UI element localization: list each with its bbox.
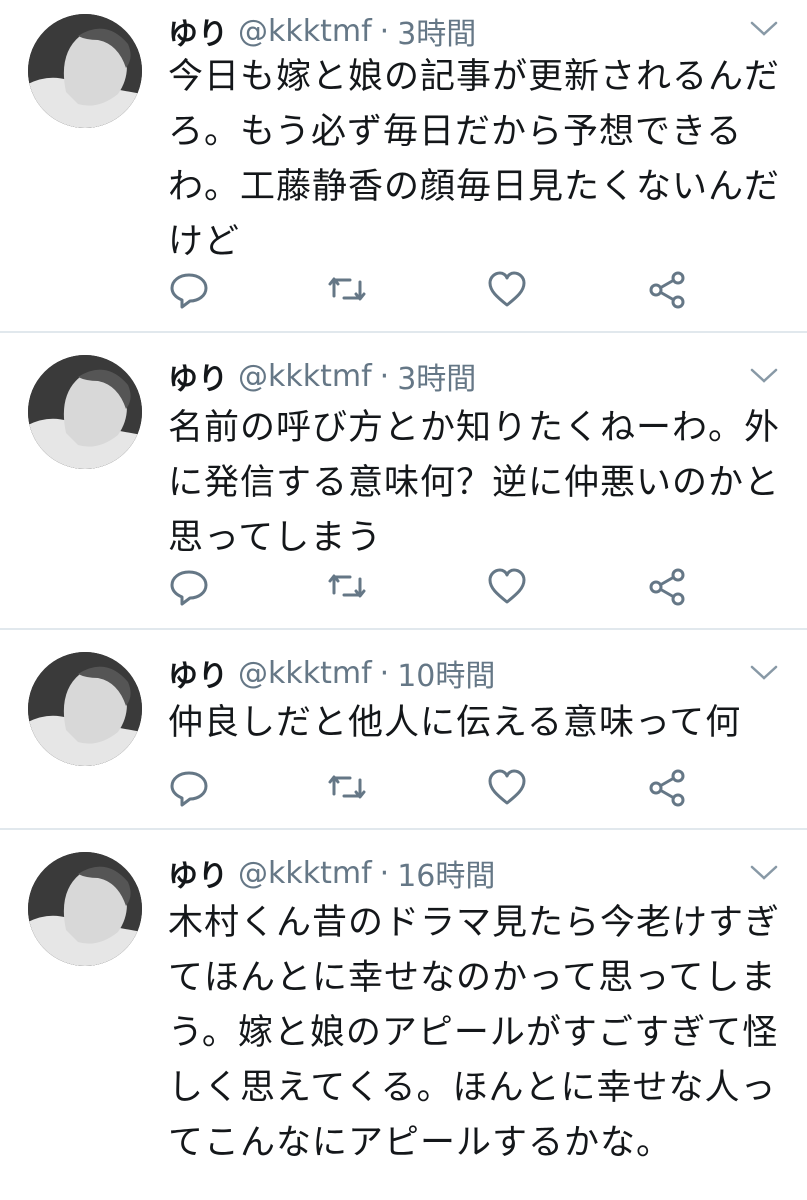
tweet-actions <box>166 764 726 810</box>
user-handle[interactable]: @kkktmf <box>238 14 372 49</box>
tweet[interactable]: ゆり @kkktmf · 3時間 今日も嫁と娘の記事が更新されるんだろ。もう必ず… <box>0 0 807 333</box>
share-icon[interactable] <box>644 563 690 609</box>
chevron-down-icon[interactable] <box>748 860 780 884</box>
tweet-text: 今日も嫁と娘の記事が更新されるんだろ。もう必ず毎日だから予想できるわ。工藤静香の… <box>168 57 781 262</box>
timestamp[interactable]: 3時間 <box>397 354 476 398</box>
tweet-actions <box>166 563 726 609</box>
tweet-text: 木村くん昔のドラマ見たら今老けすぎてほんとに幸せなのかって思ってしまう。嫁と娘の… <box>168 903 781 1163</box>
display-name[interactable]: ゆり <box>168 851 228 895</box>
separator-dot: · <box>379 655 390 691</box>
timestamp[interactable]: 3時間 <box>397 9 476 53</box>
heart-icon[interactable] <box>484 764 530 810</box>
chevron-down-icon[interactable] <box>748 660 780 684</box>
heart-icon[interactable] <box>484 563 530 609</box>
timestamp[interactable]: 16時間 <box>397 851 495 895</box>
separator-dot: · <box>379 13 390 49</box>
chevron-down-icon[interactable] <box>748 16 780 40</box>
tweet[interactable]: ゆり @kkktmf · 3時間 名前の呼び方とか知りたくねーわ。外に発信する意… <box>0 333 807 630</box>
share-icon[interactable] <box>644 266 690 312</box>
retweet-icon[interactable] <box>324 563 370 609</box>
separator-dot: · <box>379 358 390 394</box>
user-handle[interactable]: @kkktmf <box>238 656 372 691</box>
display-name[interactable]: ゆり <box>168 651 228 695</box>
retweet-icon[interactable] <box>324 764 370 810</box>
user-handle[interactable]: @kkktmf <box>238 856 372 891</box>
display-name[interactable]: ゆり <box>168 354 228 398</box>
avatar[interactable] <box>28 14 142 128</box>
reply-icon[interactable] <box>166 764 212 810</box>
reply-icon[interactable] <box>166 266 212 312</box>
retweet-icon[interactable] <box>324 266 370 312</box>
share-icon[interactable] <box>644 764 690 810</box>
avatar[interactable] <box>28 355 142 469</box>
heart-icon[interactable] <box>484 266 530 312</box>
avatar[interactable] <box>28 652 142 766</box>
tweet-text: 名前の呼び方とか知りたくねーわ。外に発信する意味何？逆に仲悪いのかと思ってしまう <box>168 408 781 558</box>
tweet-actions <box>166 266 726 312</box>
reply-icon[interactable] <box>166 563 212 609</box>
separator-dot: · <box>379 855 390 891</box>
tweet[interactable]: ゆり @kkktmf · 10時間 仲良しだと他人に伝える意味って何 <box>0 630 807 830</box>
user-handle[interactable]: @kkktmf <box>238 359 372 394</box>
avatar[interactable] <box>28 852 142 966</box>
timestamp[interactable]: 10時間 <box>397 651 495 695</box>
tweet[interactable]: ゆり @kkktmf · 16時間 木村くん昔のドラマ見たら今老けすぎてほんとに… <box>0 830 807 1200</box>
display-name[interactable]: ゆり <box>168 9 228 53</box>
chevron-down-icon[interactable] <box>748 363 780 387</box>
tweet-text: 仲良しだと他人に伝える意味って何 <box>168 703 742 743</box>
